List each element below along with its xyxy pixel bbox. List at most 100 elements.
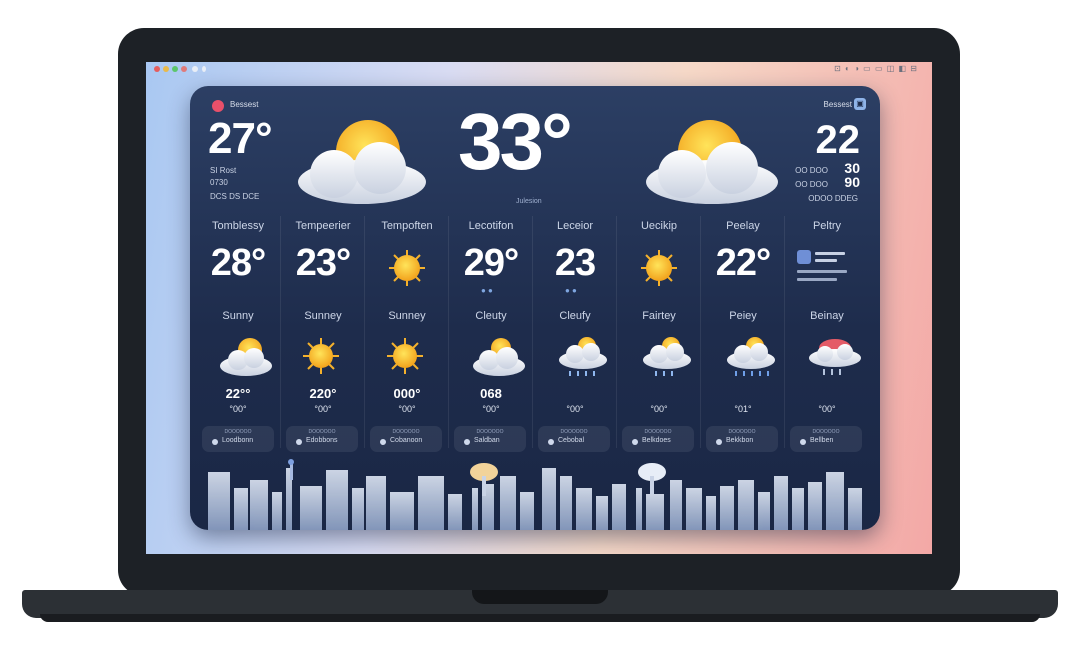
right-side-value: 90 [844,174,860,190]
forecast-column[interactable]: Leceior 23 ● ● Cleufy °00° [532,216,617,448]
app-badge-icon [212,100,224,112]
location-pill[interactable]: DOOOOOO Edobbons [286,426,358,452]
column-header: Tomblessy [212,220,264,232]
detail-line: SI Rost [210,166,237,175]
pin-icon [296,439,302,445]
location-pill[interactable]: DOOOOOO Bekkbon [706,426,778,452]
laptop-screen: ⊡ ◐ ◑ ▭ ▭ ◫ ◧ ⊟ Bessest Bessest ▣ 27° SI… [146,62,932,554]
location-pill[interactable]: DOOOOOO Saldban [454,426,526,452]
pill-text: Edobbons [306,437,338,444]
current-temp-right: 22 [815,118,861,162]
column-low: °01° [734,404,752,414]
column-condition: Peiey [729,310,757,322]
pin-icon [212,439,218,445]
pin-icon [632,439,638,445]
location-pill[interactable]: DOOOOOO Cebobal [538,426,610,452]
column-high: 220° [309,386,337,401]
column-header: Tempoften [381,220,433,232]
sun-cloud-icon [298,120,426,204]
column-low: °00° [650,404,668,414]
forecast-column[interactable]: Peelay 22° Peiey °01° [700,216,785,448]
close-dot-icon[interactable] [154,66,160,72]
status-dot-icon [181,66,187,72]
column-temp: 23 [554,242,596,284]
column-temp: 23° [295,242,351,284]
location-pill[interactable]: DOOOOOO Cobanoon [370,426,442,452]
column-header: Peltry [812,220,842,232]
storm-cloud-icon [809,339,861,375]
maximize-dot-icon[interactable] [172,66,178,72]
column-low: °00° [229,404,247,414]
laptop-notch [472,590,608,604]
pill-top: DOOOOOO [308,429,336,435]
forecast-column[interactable]: Tempeerier 23° Sunney 220° °00° [280,216,365,448]
pill-top: DOOOOOO [644,429,672,435]
pill-top: DOOOOOO [392,429,420,435]
column-condition: Fairtey [642,310,676,322]
pill-text: Bellben [810,437,834,444]
column-low: °00° [818,404,836,414]
weather-app-window: Bessest Bessest ▣ 27° SI Rost 0730 DCS D… [190,86,880,530]
column-high: 068 [480,386,502,401]
forecast-column[interactable]: Tomblessy 28° Sunny 22°° °00° [196,216,280,448]
pill-text: Cebobal [558,437,585,444]
pin-icon [716,439,722,445]
current-temp-left: 27° [208,114,273,163]
info-icon[interactable]: ▣ [854,98,866,110]
forecast-columns: Tomblessy 28° Sunny 22°° °00° Tempeerier… [196,216,876,448]
column-condition: Cleuty [475,310,507,322]
sun-icon [641,250,677,286]
rain-cloud-icon [643,337,691,376]
detail-line: ODOO DDEG [808,194,858,203]
partly-cloudy-icon [473,338,525,376]
column-condition: Sunney [304,310,342,322]
column-header: Lecotifon [468,220,514,232]
column-low: °00° [314,404,332,414]
pill-top: DOOOOOO [224,429,252,435]
menu-bar: ⊡ ◐ ◑ ▭ ▭ ◫ ◧ ⊟ [146,62,932,76]
pill-top: DOOOOOO [560,429,588,435]
rain-cloud-icon [727,337,775,376]
menu-status-icons: ⊡ ◐ ◑ ▭ ▭ ◫ ◧ ⊟ [834,64,918,73]
laptop-base-shadow [40,614,1040,622]
location-label-right[interactable]: Bessest [824,100,852,109]
pin-icon [800,439,806,445]
sun-icon [387,338,423,374]
forecast-column[interactable]: Uecikip Fairtey °00° [616,216,701,448]
status-dot-icon [192,66,198,72]
pill-text: Cobanoon [390,437,423,444]
raindrop-icon: ● ● [565,286,577,295]
forecast-column[interactable]: Peltry Beinay °00° [784,216,869,448]
column-condition: Sunny [222,310,254,322]
column-header: Leceior [556,220,594,232]
status-dot-icon [202,66,206,72]
location-pill[interactable]: DOOOOOO Belkdoes [622,426,694,452]
location-pill[interactable]: DOOOOOO Loodbonn [202,426,274,452]
sun-icon [303,338,339,374]
column-header: Peelay [726,220,760,232]
pill-text: Loodbonn [222,437,254,444]
location-label[interactable]: Bessest [230,100,258,109]
sun-cloud-icon [220,338,272,376]
sun-icon [389,250,425,286]
column-header: Tempeerier [295,220,351,232]
minimize-dot-icon[interactable] [163,66,169,72]
location-pill[interactable]: DOOOOOO Bellben [790,426,862,452]
pin-icon [380,439,386,445]
column-temp: 22° [715,242,771,284]
detail-line: DCS DS DCE [210,192,260,201]
detail-line: OO DOO [795,166,828,175]
forecast-column[interactable]: Lecotifon 29° ● ● Cleuty 068 °00° [448,216,533,448]
detail-line: 0730 [210,178,228,187]
column-low: °00° [566,404,584,414]
rain-cloud-icon [559,337,607,376]
city-skyline-illustration [208,459,862,530]
current-temp-center: 33° [458,97,573,186]
column-low: °00° [482,404,500,414]
column-condition: Sunney [388,310,426,322]
shield-icon [797,250,847,281]
raindrop-icon: ● ● [481,286,493,295]
column-low: °00° [398,404,416,414]
column-high: 22°° [225,386,251,401]
forecast-column[interactable]: Tempoften Sunney 000° °00° [364,216,449,448]
